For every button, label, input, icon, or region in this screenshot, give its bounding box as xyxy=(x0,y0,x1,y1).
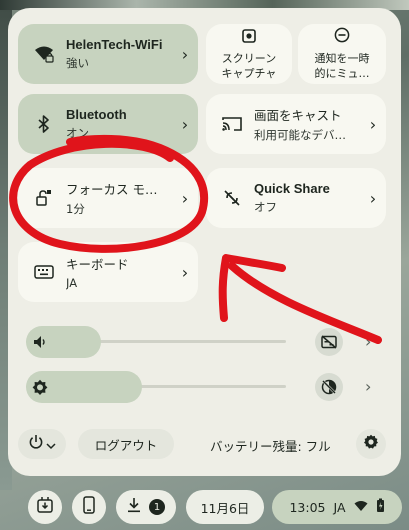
captions-off-icon[interactable] xyxy=(315,328,343,356)
focus-mode-tile[interactable]: フォーカス モ… 1分 › xyxy=(18,168,198,228)
power-icon xyxy=(28,434,44,454)
chevron-right-icon[interactable]: › xyxy=(365,377,371,396)
wifi-signal-strength: 強い xyxy=(66,56,89,70)
keyboard-language: JA xyxy=(66,276,78,290)
chevron-down-icon xyxy=(46,435,56,454)
screen-capture-tile[interactable]: スクリーン キャプチャ xyxy=(206,24,292,84)
status-area[interactable]: 13:05 JA xyxy=(272,490,402,524)
downloads-button[interactable]: 1 xyxy=(116,490,176,524)
cast-status: 利用可能なデバ… xyxy=(254,128,346,142)
settings-button[interactable] xyxy=(356,429,386,459)
wifi-icon xyxy=(354,500,368,515)
chevron-right-icon[interactable]: › xyxy=(172,189,198,208)
quick-share-icon xyxy=(220,186,244,210)
night-light-off-icon[interactable] xyxy=(315,373,343,401)
phone-hub-button[interactable] xyxy=(72,490,106,524)
tote-icon xyxy=(36,496,54,518)
shelf: 1 11月6日 13:05 JA xyxy=(0,484,409,530)
clock: 13:05 xyxy=(289,499,326,515)
date-tray[interactable]: 11月6日 xyxy=(186,490,264,524)
cast-title: 画面をキャスト xyxy=(254,108,342,123)
battery-status: バッテリー残量: フル xyxy=(210,439,331,454)
volume-icon[interactable] xyxy=(32,334,48,350)
download-count-badge: 1 xyxy=(149,499,165,515)
wifi-lock-icon xyxy=(32,42,56,66)
logout-button[interactable]: ログアウト xyxy=(78,429,174,459)
focus-mode-title: フォーカス モ… xyxy=(66,182,158,197)
ime-indicator: JA xyxy=(333,499,346,515)
focus-mode-icon xyxy=(32,186,56,210)
cast-tile[interactable]: 画面をキャスト 利用可能なデバ… › xyxy=(206,94,386,154)
do-not-disturb-icon xyxy=(334,27,350,47)
bluetooth-status: オン xyxy=(66,126,89,140)
chevron-right-icon[interactable]: › xyxy=(172,115,198,134)
tote-button[interactable] xyxy=(28,490,62,524)
download-icon xyxy=(127,497,141,517)
quick-share-title: Quick Share xyxy=(254,181,330,196)
focus-mode-duration: 1分 xyxy=(66,202,85,216)
do-not-disturb-tile[interactable]: 通知を一時 的にミュ… xyxy=(298,24,386,84)
power-menu-button[interactable] xyxy=(18,429,66,459)
chevron-right-icon[interactable]: › xyxy=(365,332,371,351)
keyboard-tile[interactable]: キーボード JA › xyxy=(18,242,198,302)
quick-settings-panel: HelenTech-WiFi 強い › スクリーン キャプチャ 通知を一時 的に… xyxy=(8,8,401,476)
battery-icon xyxy=(376,498,385,516)
brightness-icon[interactable] xyxy=(32,379,48,395)
chevron-right-icon[interactable]: › xyxy=(360,115,386,134)
screen-capture-label: スクリーン キャプチャ xyxy=(221,51,277,80)
keyboard-icon xyxy=(32,260,56,284)
chevron-right-icon[interactable]: › xyxy=(172,45,198,64)
chevron-right-icon[interactable]: › xyxy=(360,189,386,208)
phone-icon xyxy=(83,496,95,518)
quick-share-status: オフ xyxy=(254,200,277,214)
chevron-right-icon[interactable]: › xyxy=(172,263,198,282)
wifi-network-name: HelenTech-WiFi xyxy=(66,37,163,52)
bluetooth-icon xyxy=(32,112,56,136)
cast-icon xyxy=(220,112,244,136)
bluetooth-title: Bluetooth xyxy=(66,107,127,122)
gear-icon xyxy=(363,434,379,454)
keyboard-title: キーボード xyxy=(66,257,129,272)
do-not-disturb-label: 通知を一時 的にミュ… xyxy=(314,52,370,80)
bluetooth-tile[interactable]: Bluetooth オン › xyxy=(18,94,198,154)
screen-capture-icon xyxy=(242,28,256,47)
wifi-tile[interactable]: HelenTech-WiFi 強い › xyxy=(18,24,198,84)
quick-share-tile[interactable]: Quick Share オフ › xyxy=(206,168,386,228)
